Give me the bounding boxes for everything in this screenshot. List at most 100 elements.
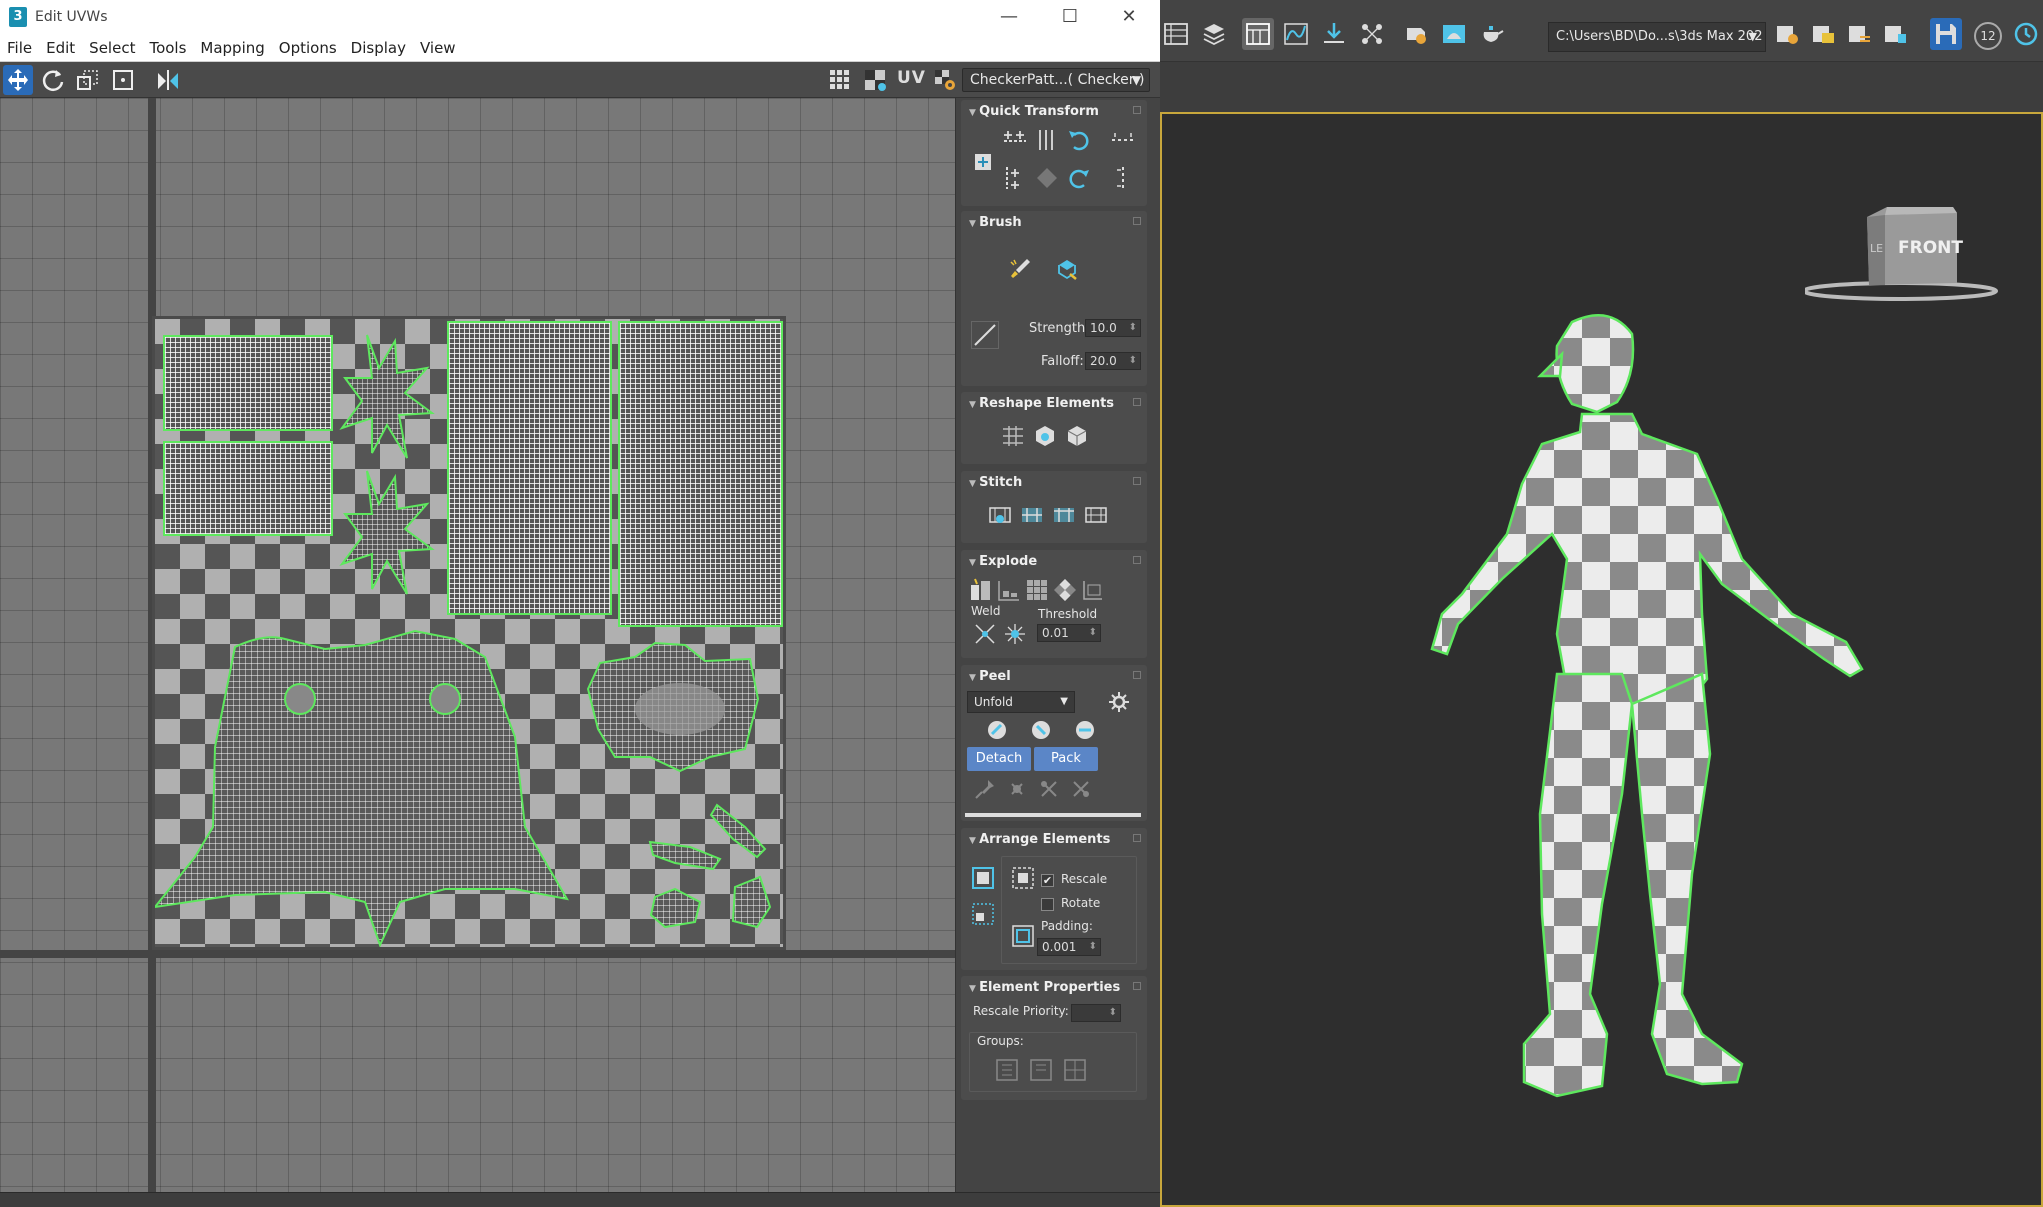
align-grid-button[interactable] — [1033, 164, 1061, 192]
rescale-priority-spinner[interactable] — [1071, 1004, 1121, 1022]
maximize-button[interactable]: ☐ — [1047, 4, 1093, 30]
paint-move-button[interactable] — [1006, 255, 1034, 283]
pin-icon[interactable] — [1133, 671, 1141, 679]
render-setup-button[interactable] — [1400, 18, 1432, 50]
reset-peel-button[interactable] — [1071, 716, 1099, 744]
align-pivot-button[interactable] — [969, 148, 997, 176]
pack-button[interactable]: Pack — [1034, 747, 1098, 771]
weld-selected-button[interactable] — [971, 620, 999, 648]
uv-island-rect-1[interactable] — [163, 335, 333, 431]
peel-mode-dropdown[interactable]: Unfold ▼ — [967, 691, 1075, 713]
stitch-average-button[interactable] — [1050, 501, 1078, 529]
relax-options-button[interactable] — [1063, 422, 1091, 450]
render-production-button[interactable] — [1476, 18, 1508, 50]
pin-icon[interactable] — [1133, 982, 1141, 990]
title-bar[interactable]: 3 Edit UVWs — ☐ ✕ — [0, 0, 1160, 34]
stitch-to-source-button[interactable] — [1018, 501, 1046, 529]
open-project-button[interactable] — [1808, 18, 1840, 50]
rotate-tool-button[interactable] — [38, 65, 68, 95]
threshold-spinner[interactable]: 0.01 — [1037, 624, 1101, 642]
pin-icon[interactable] — [1133, 477, 1141, 485]
menu-view[interactable]: View — [413, 34, 463, 62]
unpin-button[interactable] — [1003, 775, 1031, 803]
close-button[interactable]: ✕ — [1106, 4, 1152, 30]
align-down-button[interactable] — [1001, 164, 1029, 192]
uv-space-label[interactable]: UV — [897, 68, 926, 88]
menu-file[interactable]: File — [0, 34, 39, 62]
pin-icon[interactable] — [1133, 398, 1141, 406]
save-button[interactable] — [1930, 18, 1962, 50]
falloff-spinner[interactable]: 20.0 — [1085, 352, 1141, 370]
project-path-dropdown[interactable]: C:\Users\BD\Do...s\3ds Max 202 ▼ — [1548, 22, 1766, 52]
uv-island-feet[interactable] — [645, 797, 785, 947]
layer-explorer-button[interactable] — [1198, 18, 1230, 50]
uv-island-body[interactable] — [155, 627, 605, 947]
rescale-checkbox[interactable]: ✔ — [1041, 874, 1054, 887]
show-map-button[interactable] — [860, 65, 890, 95]
rollout-title[interactable]: Arrange Elements — [969, 832, 1110, 847]
peel-mode-button[interactable] — [1027, 716, 1055, 744]
schematic-view-button[interactable] — [1318, 18, 1350, 50]
scene-explorer-button[interactable] — [1160, 18, 1192, 50]
menu-tools[interactable]: Tools — [142, 34, 193, 62]
weld-target-button[interactable] — [1001, 620, 1029, 648]
uv-island-hand-1[interactable] — [337, 333, 437, 463]
scale-tool-button[interactable] — [73, 65, 103, 95]
explode-by-material-button[interactable] — [995, 576, 1023, 604]
show-grid-button[interactable] — [825, 65, 855, 95]
freeform-tool-button[interactable] — [108, 65, 138, 95]
material-editor-button[interactable] — [1356, 18, 1388, 50]
auto-pin-button[interactable] — [1035, 775, 1063, 803]
align-horizontal-button[interactable] — [1001, 126, 1029, 154]
menu-options[interactable]: Options — [272, 34, 344, 62]
stitch-to-target-button[interactable] — [1082, 501, 1110, 529]
uv-editor-viewport[interactable] — [0, 98, 955, 1192]
relax-button[interactable] — [1031, 422, 1059, 450]
pack-custom-button[interactable] — [969, 900, 997, 928]
space-vertical-button[interactable] — [1109, 164, 1137, 192]
explode-by-smoothing-button[interactable] — [967, 576, 995, 604]
set-project-button[interactable] — [1772, 18, 1804, 50]
falloff-type-button[interactable] — [971, 321, 999, 349]
rollout-title[interactable]: Quick Transform — [969, 104, 1099, 119]
ungroup-selected-button[interactable] — [1027, 1056, 1055, 1084]
uv-island-rect-4[interactable] — [618, 321, 783, 627]
explode-checker-button[interactable] — [1051, 576, 1079, 604]
pin-point-button[interactable] — [971, 775, 999, 803]
rollout-title[interactable]: Brush — [969, 215, 1022, 230]
minimize-button[interactable]: — — [986, 4, 1032, 30]
pin-icon[interactable] — [1133, 556, 1141, 564]
mirror-tool-button[interactable] — [153, 65, 183, 95]
rotate-ccw-button[interactable] — [1065, 126, 1093, 154]
pack-grouped-button[interactable] — [1009, 922, 1037, 950]
rollout-title[interactable]: Reshape Elements — [969, 396, 1114, 411]
uv-island-hand-2[interactable] — [337, 469, 437, 599]
stitch-custom-button[interactable] — [986, 501, 1014, 529]
move-tool-button[interactable] — [3, 65, 33, 95]
texture-dropdown[interactable]: CheckerPatt...( Checker ) ▼ — [962, 68, 1150, 92]
group-selected-button[interactable] — [993, 1056, 1021, 1084]
menu-mapping[interactable]: Mapping — [193, 34, 271, 62]
explode-to-faces-button[interactable] — [1023, 576, 1051, 604]
rollout-title[interactable]: Explode — [969, 554, 1037, 569]
flatten-button[interactable] — [1079, 576, 1107, 604]
viewcube-left-label[interactable]: LE — [1870, 242, 1883, 255]
curve-editor-button[interactable] — [1280, 18, 1312, 50]
pack-normalize-button[interactable] — [969, 864, 997, 892]
rotate-checkbox[interactable] — [1041, 898, 1054, 911]
viewcube-front-label[interactable]: FRONT — [1898, 238, 1963, 258]
rollout-title[interactable]: Element Properties — [969, 980, 1120, 995]
uv-tile-checker[interactable] — [152, 316, 786, 950]
strength-spinner[interactable]: 10.0 — [1085, 319, 1141, 337]
quick-peel-button[interactable] — [983, 716, 1011, 744]
menu-display[interactable]: Display — [344, 34, 413, 62]
rollout-title[interactable]: Stitch — [969, 475, 1022, 490]
pin-icon[interactable] — [1133, 106, 1141, 114]
menu-edit[interactable]: Edit — [39, 34, 82, 62]
select-group-button[interactable] — [1061, 1056, 1089, 1084]
align-vertical-button[interactable] — [1033, 126, 1061, 154]
pack-together-button[interactable] — [1009, 864, 1037, 892]
straighten-button[interactable] — [999, 422, 1027, 450]
texture-settings-button[interactable] — [930, 65, 960, 95]
history-button[interactable] — [2010, 18, 2042, 50]
